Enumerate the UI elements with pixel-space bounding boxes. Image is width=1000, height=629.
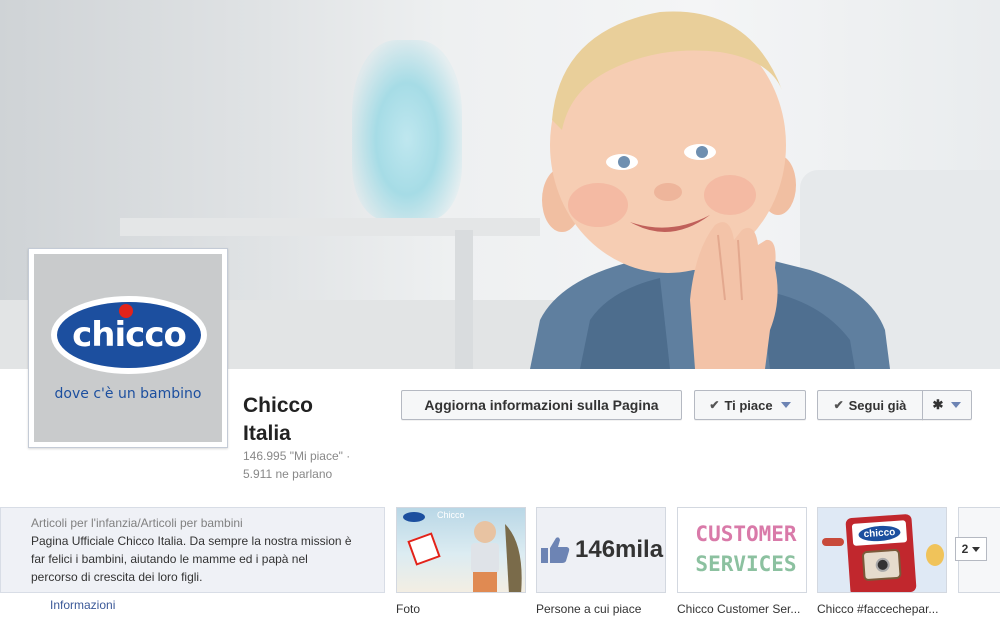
info-link[interactable]: Informazioni (50, 598, 115, 612)
photos-tile[interactable]: Chicco (396, 507, 526, 593)
like-button[interactable]: ✔ Ti piace (694, 390, 806, 420)
instagram-card: chicco (845, 513, 917, 592)
camera-lens (875, 557, 891, 573)
update-page-info-label: Aggiorna informazioni sulla Pagina (424, 397, 659, 413)
likes-count: 146mila (575, 536, 664, 563)
logo-tagline: dove c'è un bambino (54, 386, 202, 402)
thumbs-up-icon (541, 537, 570, 563)
update-page-info-button[interactable]: Aggiorna informazioni sulla Pagina (401, 390, 682, 420)
chicco-logo: chicco dove c'è un bambino (34, 254, 222, 442)
cover-vase (352, 40, 462, 220)
gear-icon: ✱ (932, 397, 944, 412)
logo-wordmark: chicco (72, 315, 187, 355)
cs-line1: CUSTOMER (695, 522, 797, 546)
mini-logo (403, 512, 425, 522)
settings-menu-button[interactable]: ✱ (922, 390, 972, 420)
talking-about-stat: 5.911 ne parlano (243, 467, 333, 481)
photos-label[interactable]: Foto (396, 602, 536, 616)
cover-table-leg (455, 230, 473, 369)
logo-red-dot (119, 304, 133, 318)
about-box: Articoli per l'infanzia/Articoli per bam… (0, 507, 385, 593)
check-icon: ✔ (709, 398, 720, 412)
logo-oval: chicco (51, 296, 207, 374)
balloon (926, 544, 944, 566)
baby-image (530, 11, 890, 369)
card-logo-bg: chicco (851, 520, 908, 546)
page-stats: 146.995 "Mi piace" · 5.911 ne parlano (243, 447, 383, 483)
page-title[interactable]: Chicco Italia (243, 392, 353, 448)
check-icon: ✔ (833, 398, 844, 412)
profile-picture[interactable]: chicco dove c'è un bambino (28, 248, 228, 448)
more-apps-button[interactable]: 2 (955, 537, 987, 561)
follow-label: Segui già (848, 397, 907, 413)
page-description: Pagina Ufficiale Chicco Italia. Da sempr… (31, 534, 352, 584)
instagram-tile[interactable]: chicco (817, 507, 947, 593)
logo-oval-inner: chicco (57, 302, 201, 368)
customer-services-tile[interactable]: CUSTOMER SERVICES (677, 507, 807, 593)
page-title-line1: Chicco (243, 394, 314, 417)
child-photo (471, 521, 522, 592)
sticker (407, 532, 441, 566)
camera-icon (861, 548, 902, 582)
chevron-down-icon (951, 402, 962, 408)
likes-stat: 146.995 "Mi piace" · (243, 449, 351, 463)
instagram-label[interactable]: Chicco #faccechepar... (817, 602, 957, 616)
more-count: 2 (961, 542, 969, 556)
cs-line2: SERVICES (695, 552, 797, 576)
cover-table (120, 218, 540, 236)
page-category: Articoli per l'infanzia/Articoli per bam… (31, 516, 243, 530)
follow-button[interactable]: ✔ Segui già (817, 390, 923, 420)
chevron-down-icon (780, 402, 791, 408)
customer-services-label[interactable]: Chicco Customer Ser... (677, 602, 817, 616)
chevron-down-icon (972, 546, 981, 552)
card-logo: chicco (858, 524, 901, 542)
page-title-line2: Italia (243, 422, 291, 445)
likes-tile[interactable]: 146mila (536, 507, 666, 593)
toy-plane (822, 538, 844, 546)
like-label: Ti piace (724, 397, 773, 413)
likes-label[interactable]: Persone a cui piace (536, 602, 676, 616)
